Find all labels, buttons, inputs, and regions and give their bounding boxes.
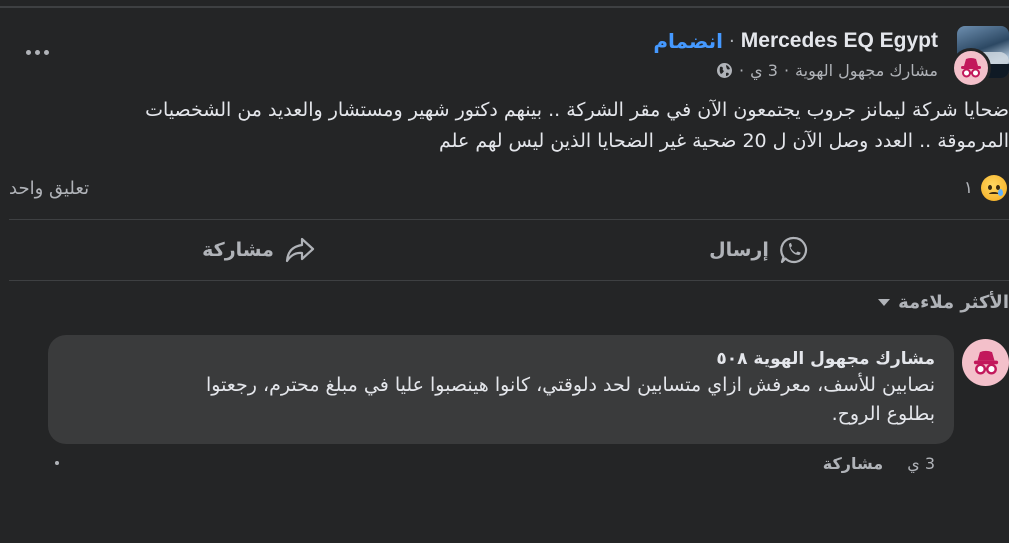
- share-button[interactable]: مشاركة: [9, 220, 509, 280]
- sad-reaction-icon: [981, 175, 1007, 201]
- reaction-summary[interactable]: ١: [964, 175, 1009, 201]
- anonymous-member-icon[interactable]: [951, 48, 991, 88]
- comment-sort-dropdown[interactable]: الأكثر ملاءمة: [878, 289, 1009, 315]
- comment-meta-row: 3 ي مشاركة: [823, 451, 935, 475]
- more-dot-icon: [34, 49, 40, 55]
- post-title-row: Mercedes EQ Egypt · انضمام: [653, 27, 938, 55]
- comment-bubble: مشارك مجهول الهوية ٥٠٨ نصابين للأسف، معر…: [48, 335, 954, 444]
- bullet-dot: [55, 461, 59, 465]
- comment-text-line: نصابين للأسف، معرفش ازاي متسابين لحد دلو…: [205, 374, 935, 396]
- whatsapp-icon: [779, 235, 809, 265]
- comment-text-line: بطلوع الروح.: [831, 403, 935, 425]
- sort-label: الأكثر ملاءمة: [898, 291, 1009, 313]
- post-actions: مشاركة إرسال: [9, 220, 1009, 280]
- reaction-count: ١: [963, 178, 973, 198]
- page-name-link[interactable]: Mercedes EQ Egypt: [741, 29, 938, 53]
- post-body-text: ضحايا شركة ليمانز جروب يجتمعون الآن في م…: [19, 95, 1009, 157]
- send-button[interactable]: إرسال: [509, 220, 1009, 280]
- share-arrow-icon: [284, 235, 316, 265]
- comment-author[interactable]: مشارك مجهول الهوية ٥٠٨: [64, 347, 935, 371]
- post-text-line: المرموقة .. العدد وصل الآن ل 20 ضحية غير…: [439, 130, 1009, 152]
- post-author[interactable]: مشارك مجهول الهوية: [795, 61, 938, 80]
- comment-anonymous-avatar[interactable]: [962, 339, 1009, 386]
- post-text-line: ضحايا شركة ليمانز جروب يجتمعون الآن في م…: [145, 99, 1009, 121]
- top-divider: [0, 6, 1009, 8]
- caret-down-icon: [878, 298, 891, 306]
- comment-count-link[interactable]: تعليق واحد: [9, 178, 89, 199]
- share-label: مشاركة: [202, 239, 274, 261]
- anonymous-member-icon: [973, 350, 998, 375]
- send-label: إرسال: [709, 239, 769, 261]
- comment-share-link[interactable]: مشاركة: [823, 454, 883, 473]
- more-dot-icon: [43, 49, 49, 55]
- separator-dot: ·: [739, 60, 745, 80]
- reactions-bar: تعليق واحد ١: [0, 172, 1009, 204]
- comment-time[interactable]: 3 ي: [907, 454, 935, 473]
- separator-dot: ·: [783, 60, 790, 80]
- globe-icon: [716, 62, 733, 79]
- more-dot-icon: [25, 49, 31, 55]
- separator-dot: ·: [729, 30, 735, 52]
- post-time[interactable]: 3 ي: [750, 61, 778, 80]
- post-meta-row: مشارك مجهول الهوية · 3 ي ·: [716, 58, 938, 82]
- divider: [9, 280, 1009, 281]
- join-button[interactable]: انضمام: [653, 29, 723, 53]
- more-options-button[interactable]: [20, 38, 54, 66]
